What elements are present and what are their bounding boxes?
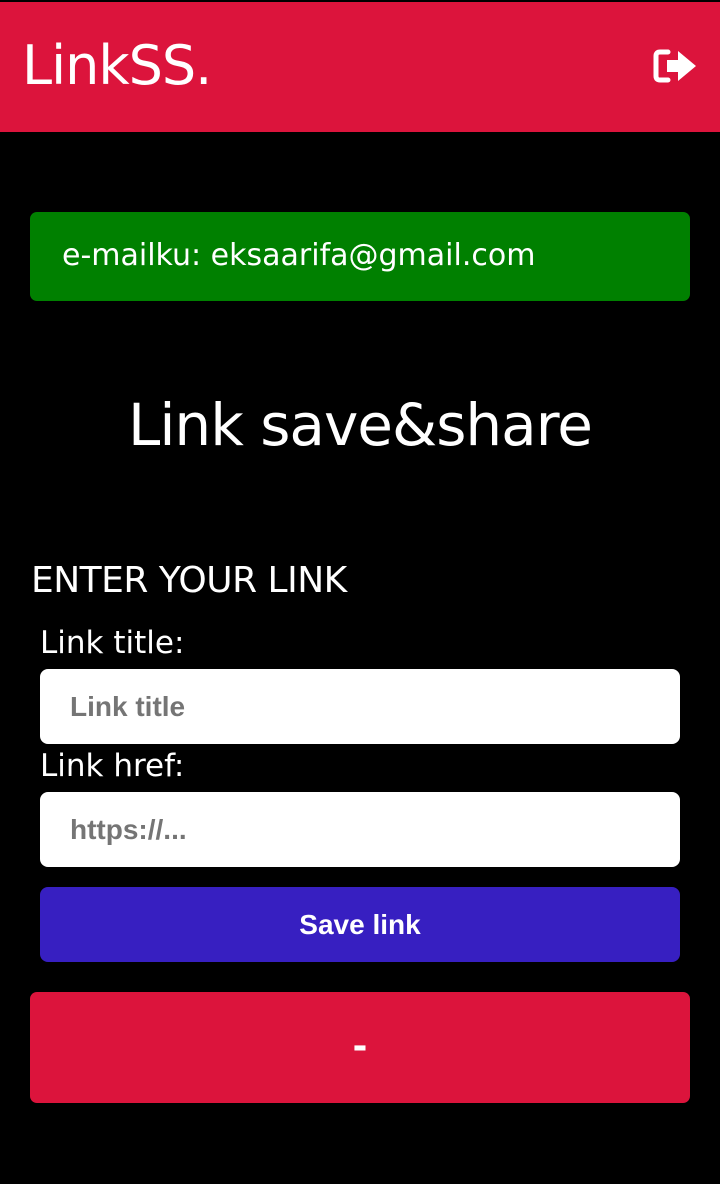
form-section-title: ENTER YOUR LINK	[31, 560, 347, 601]
sign-out-icon	[653, 49, 696, 83]
saved-links-empty-text: -	[352, 1026, 368, 1067]
save-link-button[interactable]: Save link	[40, 887, 680, 962]
link-href-input[interactable]	[40, 792, 680, 867]
link-title-input[interactable]	[40, 669, 680, 744]
saved-links-list: -	[30, 992, 690, 1103]
account-email-banner: e-mailku: eksaarifa@gmail.com	[30, 212, 690, 301]
brand-logo: LinkSS.	[22, 34, 212, 97]
account-email-text: e-mailku: eksaarifa@gmail.com	[62, 238, 536, 273]
page-title: Link save&share	[128, 391, 593, 459]
logout-button[interactable]	[652, 44, 698, 88]
header-top-border	[0, 0, 720, 2]
link-href-label: Link href:	[40, 748, 185, 784]
link-title-label: Link title:	[40, 625, 185, 661]
app-header: LinkSS.	[0, 0, 720, 132]
